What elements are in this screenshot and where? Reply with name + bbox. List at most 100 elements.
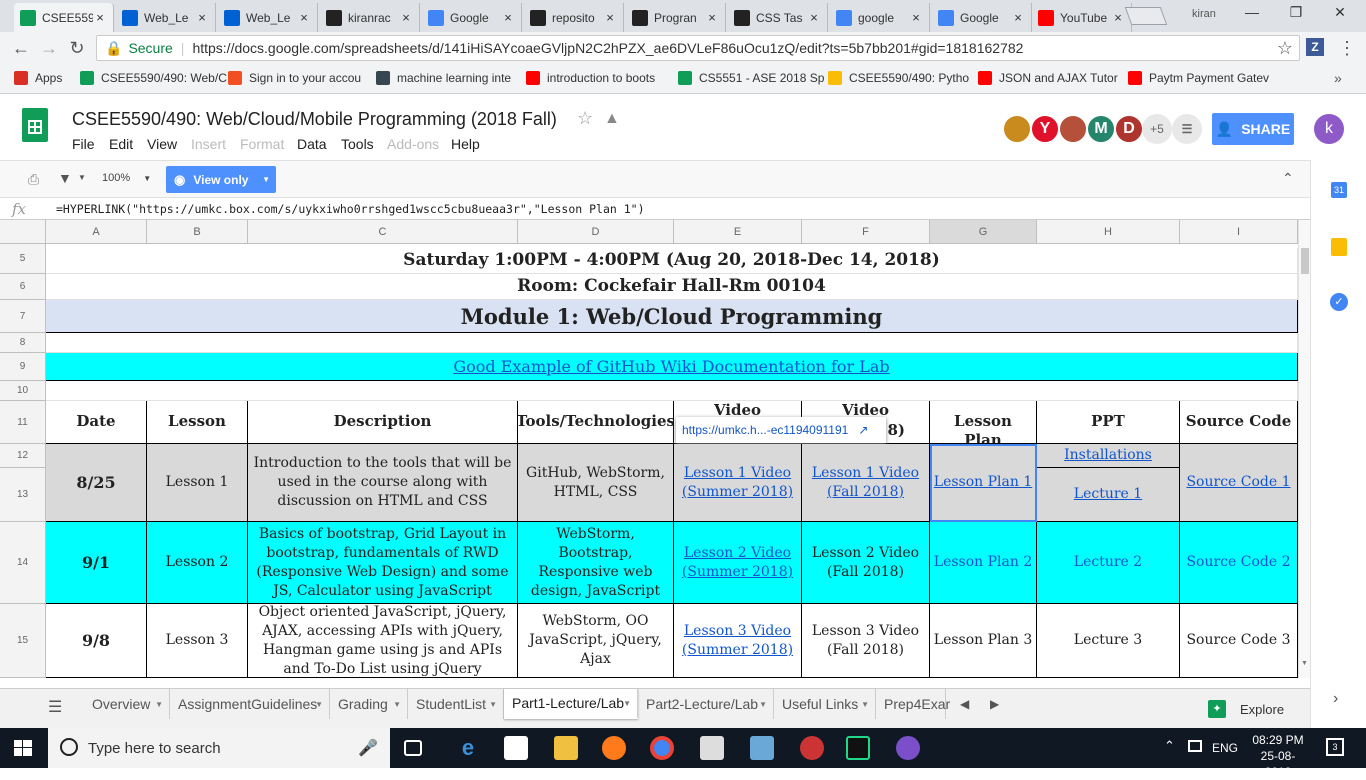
view-only-button[interactable]: ◉ View only ▼ <box>166 166 276 193</box>
browser-tab[interactable]: Web_Le × <box>116 3 216 32</box>
link-tooltip[interactable]: https://umkc.h...-ec1194091191 ↗ <box>676 417 886 443</box>
lesson-cell[interactable]: Lesson 2 <box>147 522 248 604</box>
reload-icon[interactable]: ↻ <box>66 38 88 58</box>
collaborator-avatar[interactable] <box>1058 114 1088 144</box>
github-desktop-icon[interactable] <box>896 736 920 760</box>
sheet-tab[interactable]: Prep4Exar <box>876 689 950 719</box>
bookmark-item[interactable]: CS5551 - ASE 2018 Sp <box>678 71 824 85</box>
browser-tab[interactable]: reposito × <box>524 3 624 32</box>
sheet-tab[interactable]: Overview ▼ <box>84 689 170 719</box>
tray-chevron-icon[interactable]: ⌃ <box>1164 738 1175 754</box>
taskbar-search[interactable]: Type here to search 🎤 <box>48 728 390 768</box>
sheet-tab-dropdown-icon[interactable]: ▼ <box>155 700 163 709</box>
sheet-tab-dropdown-icon[interactable]: ▼ <box>315 700 323 709</box>
bookmark-item[interactable]: JSON and AJAX Tutor <box>978 71 1118 85</box>
comments-icon[interactable]: ☰ <box>1172 114 1202 144</box>
tab-close-icon[interactable]: × <box>195 10 209 25</box>
tools-cell[interactable]: WebStorm, Bootstrap, Responsive web desi… <box>518 522 674 604</box>
header-lesson[interactable]: Lesson <box>147 401 248 444</box>
tab-close-icon[interactable]: × <box>807 10 821 25</box>
sheet-tab-dropdown-icon[interactable]: ▼ <box>623 699 631 708</box>
scroll-tabs-right-icon[interactable]: ▶ <box>990 697 999 711</box>
edge-icon[interactable]: e <box>456 736 480 760</box>
browser-tab[interactable]: Google × <box>932 3 1032 32</box>
menu-help[interactable]: Help <box>451 136 480 152</box>
browser-tab[interactable]: CSEE559 × <box>14 3 114 32</box>
document-title[interactable]: CSEE5590/490: Web/Cloud/Mobile Programmi… <box>72 109 557 130</box>
minimize-icon[interactable]: — <box>1232 4 1272 24</box>
row-header[interactable]: 5 <box>0 244 46 274</box>
microphone-icon[interactable]: 🎤 <box>358 738 378 758</box>
room-cell[interactable]: Room: Cockefair Hall-Rm 00104 <box>46 274 1298 300</box>
row-header[interactable]: 14 <box>0 522 46 604</box>
sheet-tab[interactable]: Useful Links ▼ <box>774 689 876 719</box>
row-header[interactable]: 13 <box>0 468 46 522</box>
calendar-icon[interactable]: 31 <box>1331 182 1347 198</box>
address-bar[interactable]: 🔒 Secure | https://docs.google.com/sprea… <box>96 35 1300 61</box>
spreadsheet-grid[interactable]: ABCDEFGHI 5 6 7 8 9 10 11 12 13 14 15 Saturday 1:0… <box>0 220 1298 678</box>
column-header[interactable]: B <box>147 220 248 244</box>
lesson-plan-cell[interactable]: Lesson Plan 2 <box>930 522 1037 604</box>
scroll-tabs-left-icon[interactable]: ◀ <box>960 697 969 711</box>
browser-tab[interactable]: Progran × <box>626 3 726 32</box>
system-clock[interactable]: 08:29 PM 25-08-2018 <box>1248 732 1308 780</box>
bookmark-item[interactable]: CSEE5590/490: Web/C <box>80 71 227 85</box>
video-summer-cell-text[interactable]: Lesson 1 Video (Summer 2018) <box>677 464 798 502</box>
column-header[interactable]: C <box>248 220 518 244</box>
lesson-plan-cell[interactable]: Lesson Plan 3 <box>930 604 1037 678</box>
formula-text[interactable]: =HYPERLINK("https://umkc.box.com/s/uykxi… <box>56 202 645 216</box>
video-summer-cell[interactable]: Lesson 2 Video (Summer 2018) <box>674 522 802 604</box>
tab-close-icon[interactable]: × <box>399 10 413 25</box>
row-header[interactable]: 7 <box>0 300 46 333</box>
select-all-corner[interactable] <box>0 220 46 244</box>
header-tools[interactable]: Tools/Technologies <box>518 401 674 444</box>
empty-row-8[interactable] <box>46 333 1298 353</box>
browser-tab[interactable]: CSS Tas × <box>728 3 828 32</box>
tab-close-icon[interactable]: × <box>909 10 923 25</box>
description-cell[interactable]: Basics of bootstrap, Grid Layout in boot… <box>248 522 518 604</box>
profile-name[interactable]: kiran <box>1192 8 1216 20</box>
column-header[interactable]: A <box>46 220 147 244</box>
tab-close-icon[interactable]: × <box>1011 10 1025 25</box>
menu-edit[interactable]: Edit <box>109 136 133 152</box>
keep-icon[interactable] <box>1331 238 1347 256</box>
sheet-tab[interactable]: Part1-Lecture/Lab ▼ <box>504 689 638 719</box>
ppt-cell[interactable]: Lecture 3 <box>1037 604 1180 678</box>
expand-panel-icon[interactable]: › <box>1333 690 1338 708</box>
ppt-cell[interactable]: Lecture 1 <box>1037 468 1180 522</box>
video-summer-cell[interactable]: Lesson 3 Video (Summer 2018) <box>674 604 802 678</box>
video-summer-cell-text[interactable]: Lesson 3 Video (Summer 2018) <box>677 622 798 660</box>
network-icon[interactable] <box>1188 740 1202 752</box>
header-description[interactable]: Description <box>248 401 518 444</box>
column-header[interactable]: D <box>518 220 674 244</box>
sheet-tab-dropdown-icon[interactable]: ▼ <box>861 700 869 709</box>
browser-tab[interactable]: google × <box>830 3 930 32</box>
more-collaborators-badge[interactable]: +5 <box>1142 114 1172 144</box>
sheet-tab[interactable]: StudentList ▼ <box>408 689 504 719</box>
source-code-cell[interactable]: Source Code 3 <box>1180 604 1298 678</box>
lesson-cell[interactable]: Lesson 1 <box>147 444 248 522</box>
browser-tab[interactable]: YouTube × <box>1032 3 1132 32</box>
extension-z-icon[interactable]: Z <box>1306 38 1324 56</box>
video-summer-cell[interactable]: Lesson 1 Video (Summer 2018) <box>674 444 802 522</box>
filter-icon[interactable]: ▼ <box>58 170 72 186</box>
scroll-thumb[interactable] <box>1301 248 1309 274</box>
menu-icon[interactable]: ⋮ <box>1336 38 1358 58</box>
menu-view[interactable]: View <box>147 136 177 152</box>
bookmark-item[interactable]: introduction to boots <box>526 71 655 85</box>
browser-tab[interactable]: kiranrac × <box>320 3 420 32</box>
module-title-cell[interactable]: Module 1: Web/Cloud Programming <box>46 300 1298 333</box>
new-tab-button[interactable] <box>1124 7 1168 25</box>
chrome-icon[interactable] <box>650 736 674 760</box>
row-header[interactable]: 6 <box>0 274 46 300</box>
collaborator-avatar[interactable]: Y <box>1030 114 1060 144</box>
tools-cell[interactable]: WebStorm, OO JavaScript, jQuery, Ajax <box>518 604 674 678</box>
lesson-plan-cell-text[interactable]: Lesson Plan 1 <box>934 473 1032 492</box>
task-view-icon[interactable] <box>404 740 422 756</box>
sheet-tab-dropdown-icon[interactable]: ▼ <box>759 700 767 709</box>
column-header[interactable]: H <box>1037 220 1180 244</box>
source-code-cell-text[interactable]: Source Code 1 <box>1186 473 1290 492</box>
tab-close-icon[interactable]: × <box>297 10 311 25</box>
source-code-cell[interactable]: Source Code 1 <box>1180 444 1298 522</box>
row-header[interactable]: 15 <box>0 604 46 678</box>
